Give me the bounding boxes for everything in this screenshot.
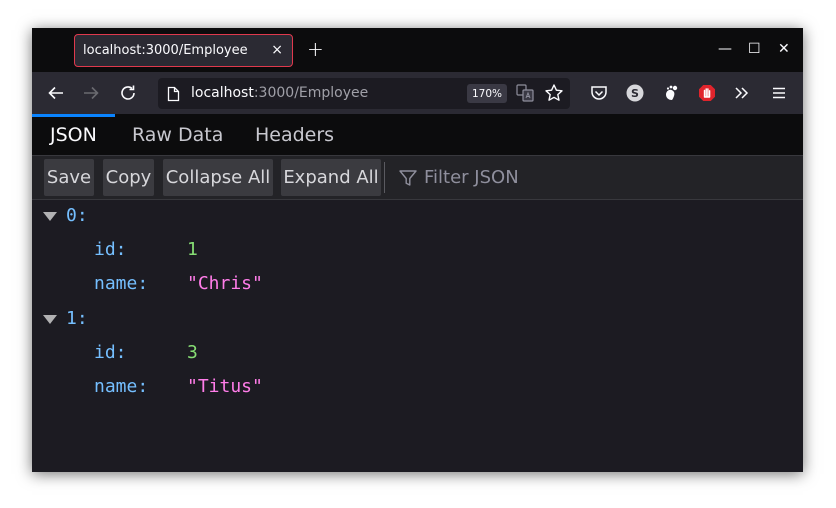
pocket-icon[interactable] (588, 82, 610, 104)
json-viewer: JSON Raw Data Headers Save Copy Collapse… (32, 114, 803, 472)
overflow-menu-icon[interactable] (731, 82, 753, 104)
bookmark-star-icon[interactable] (544, 83, 564, 107)
maximize-icon[interactable]: ☐ (748, 41, 761, 57)
json-number-value: 1 (187, 239, 198, 260)
translate-icon[interactable] (516, 84, 534, 106)
json-key: id: (94, 239, 127, 260)
zoom-level-badge[interactable]: 170% (467, 84, 507, 103)
array-index[interactable]: 0: (66, 204, 88, 228)
filter-funnel-icon (399, 169, 417, 186)
ublock-icon[interactable] (696, 82, 718, 104)
viewer-tab-bar: JSON Raw Data Headers (32, 114, 803, 156)
url-path: :3000/Employee (253, 85, 369, 101)
filter-json-input[interactable]: Filter JSON (398, 164, 519, 191)
toolbar-divider (384, 162, 385, 193)
expand-all-button[interactable]: Expand All (281, 159, 381, 196)
tab-raw-data[interactable]: Raw Data (132, 114, 223, 155)
reload-icon[interactable] (117, 82, 139, 104)
hamburger-menu-icon[interactable] (768, 82, 790, 104)
back-arrow-icon[interactable] (45, 82, 67, 104)
json-tree: 0: id: 1 name: "Chris" 1: id: 3 name: "T… (32, 200, 803, 472)
close-window-icon[interactable]: ✕ (778, 41, 790, 57)
tab-title: localhost:3000/Employee (83, 43, 248, 58)
url-text: localhost:3000/Employee (191, 85, 368, 101)
browser-window: localhost:3000/Employee × + — ☐ ✕ localh… (32, 28, 803, 472)
tab-headers[interactable]: Headers (255, 114, 334, 155)
navigation-bar: localhost:3000/Employee 170% S (32, 72, 803, 114)
title-bar: localhost:3000/Employee × + — ☐ ✕ (32, 28, 803, 72)
copy-button[interactable]: Copy (103, 159, 154, 196)
minimize-icon[interactable]: — (718, 41, 732, 57)
json-key: id: (94, 342, 127, 363)
new-tab-icon[interactable]: + (307, 39, 324, 59)
json-key: name: (94, 273, 149, 294)
gnome-extension-icon[interactable] (660, 82, 682, 104)
tab-json[interactable]: JSON (32, 114, 115, 155)
account-icon[interactable]: S (624, 82, 646, 104)
svg-text:S: S (631, 87, 639, 100)
json-toolbar: Save Copy Collapse All Expand All Filter… (32, 156, 803, 200)
url-host: localhost (191, 85, 254, 101)
page-icon (167, 86, 180, 106)
collapse-twisty-icon[interactable] (43, 315, 57, 324)
forward-arrow-icon[interactable] (80, 82, 102, 104)
collapse-twisty-icon[interactable] (43, 212, 57, 221)
browser-tab[interactable]: localhost:3000/Employee × (74, 34, 293, 67)
url-bar[interactable]: localhost:3000/Employee 170% (158, 78, 570, 109)
json-key: name: (94, 376, 149, 397)
array-index[interactable]: 1: (66, 307, 88, 331)
json-number-value: 3 (187, 342, 198, 363)
json-string-value: "Titus" (187, 376, 263, 397)
tab-close-icon[interactable]: × (271, 42, 283, 58)
filter-placeholder: Filter JSON (424, 167, 519, 188)
collapse-all-button[interactable]: Collapse All (163, 159, 273, 196)
json-string-value: "Chris" (187, 273, 263, 294)
save-button[interactable]: Save (44, 159, 94, 196)
